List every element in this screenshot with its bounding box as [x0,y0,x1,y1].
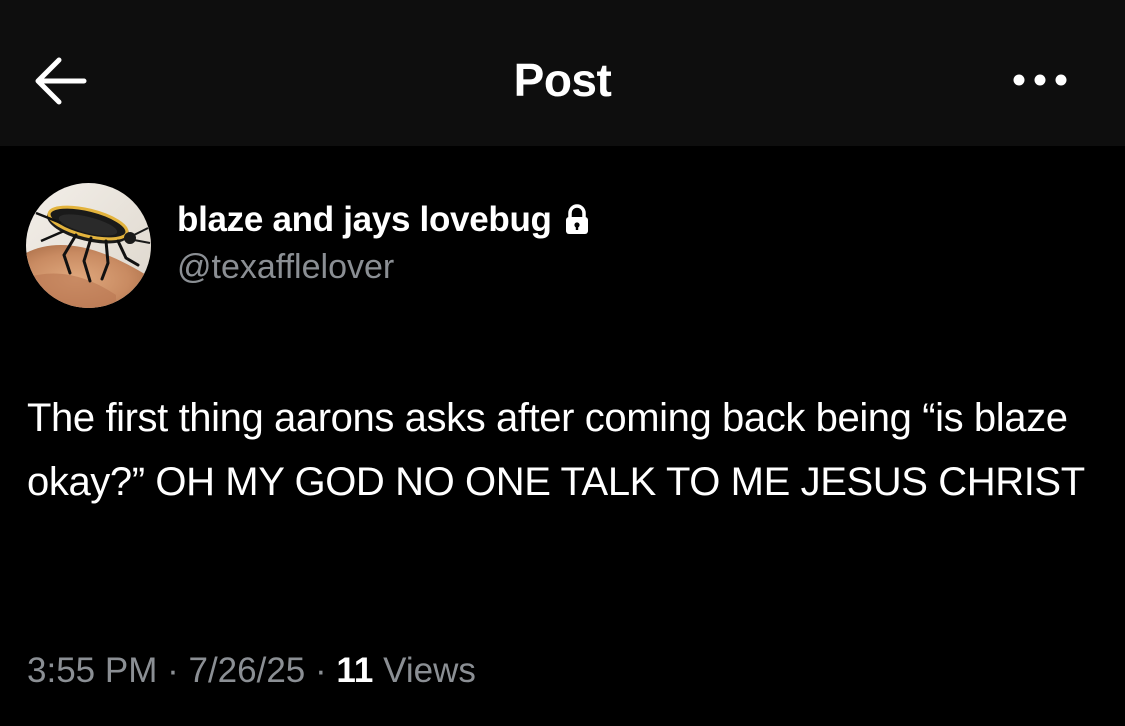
post-screen: Post blaze and jays lovebug @texafflelov… [0,0,1125,726]
beetle-on-finger-avatar [26,183,151,308]
separator: · [167,651,179,690]
post-metadata: 3:55 PM · 7/26/25 · 11 Views [27,651,476,691]
more-horizontal-icon [1013,74,1067,86]
separator: · [315,651,327,690]
avatar[interactable] [26,183,151,308]
lock-icon [565,204,588,234]
post-text: The first thing aarons asks after coming… [27,396,1085,504]
author-handle[interactable]: @texafflelover [177,248,394,287]
author-name-row[interactable]: blaze and jays lovebug [177,195,590,245]
post-time[interactable]: 3:55 PM [27,651,157,690]
views-label: Views [383,651,476,690]
top-bar: Post [0,0,1125,146]
post-date[interactable]: 7/26/25 [188,651,305,690]
display-name[interactable]: blaze and jays lovebug [177,200,552,240]
page-title: Post [513,54,612,106]
views-count: 11 [336,651,374,690]
more-options-button[interactable] [1005,60,1075,100]
